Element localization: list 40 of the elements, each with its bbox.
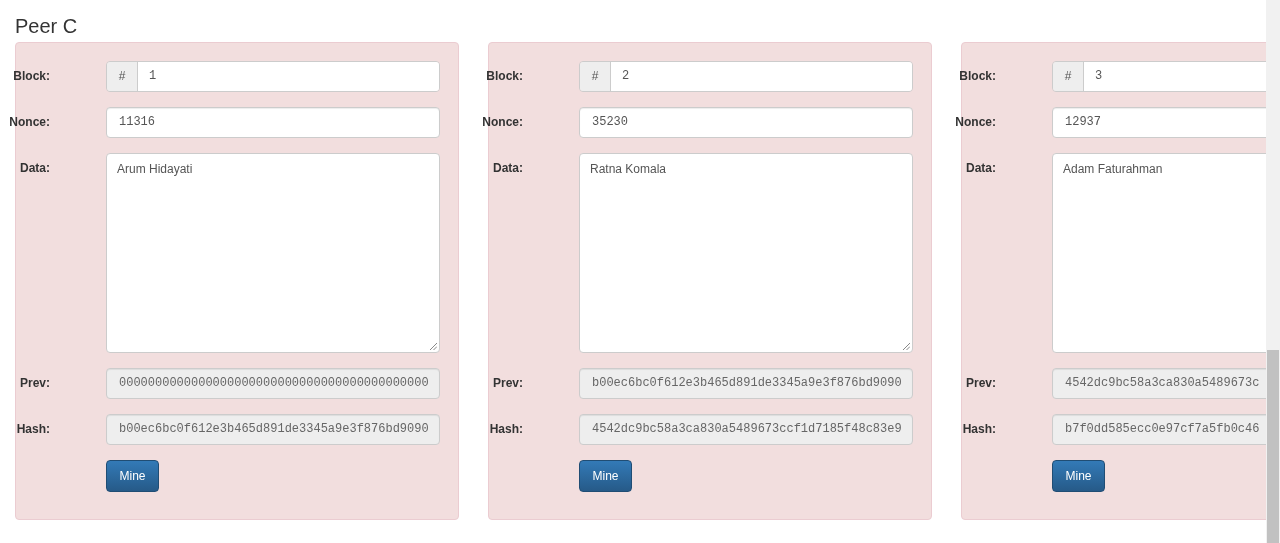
field-label: Block: — [13, 68, 50, 85]
hash-field: b00ec6bc0f612e3b465d891de3345a9e3f876bd9090 — [106, 414, 440, 445]
prev-hash-field: 0000000000000000000000000000000000000000000 — [106, 368, 440, 399]
data-textarea[interactable]: Adam Faturahman — [1052, 153, 1266, 353]
block-number-field[interactable]: # 1 — [106, 61, 440, 92]
resize-grip-icon[interactable] — [903, 343, 910, 350]
resize-grip-icon[interactable] — [430, 343, 437, 350]
hash-prefix: # — [107, 62, 138, 91]
field-label: Block: — [959, 68, 996, 85]
mine-button[interactable]: Mine — [579, 460, 632, 492]
hash-prefix: # — [580, 62, 611, 91]
prev-hash-field: 4542dc9bc58a3ca830a5489673c — [1052, 368, 1266, 399]
field-label: Data: — [965, 160, 996, 177]
field-label: Nonce: — [482, 114, 523, 131]
block-number-field[interactable]: # 2 — [579, 61, 913, 92]
block-number-field[interactable]: # 3 — [1052, 61, 1266, 92]
prev-hash-field: b00ec6bc0f612e3b465d891de3345a9e3f876bd9090 — [579, 368, 913, 399]
field-label: Hash: — [16, 421, 50, 438]
hash-field: b7f0dd585ecc0e97cf7a5fb0c46 — [1052, 414, 1266, 445]
field-label: Block: — [486, 68, 523, 85]
field-label: Hash: — [962, 421, 996, 438]
mine-button[interactable]: Mine — [1052, 460, 1105, 492]
hash-field: 4542dc9bc58a3ca830a5489673ccf1d7185f48c83e9 — [579, 414, 913, 445]
nonce-field[interactable]: 11316 — [106, 107, 440, 138]
field-label: Prev: — [491, 375, 523, 392]
mine-button[interactable]: Mine — [106, 460, 159, 492]
field-label: Nonce: — [9, 114, 50, 131]
field-label: Hash: — [489, 421, 523, 438]
nonce-field[interactable]: 35230 — [579, 107, 913, 138]
field-label: Nonce: — [955, 114, 996, 131]
hash-prefix: # — [1053, 62, 1084, 91]
field-label: Data: — [492, 160, 523, 177]
page-title: Peer C — [15, 14, 78, 39]
field-label: Data: — [19, 160, 50, 177]
data-textarea[interactable]: Ratna Komala — [579, 153, 913, 353]
field-label: Prev: — [18, 375, 50, 392]
nonce-field[interactable]: 12937 — [1052, 107, 1266, 138]
data-textarea[interactable]: Arum Hidayati — [106, 153, 440, 353]
field-label: Prev: — [964, 375, 996, 392]
scrollbar-thumb[interactable] — [1267, 350, 1279, 543]
